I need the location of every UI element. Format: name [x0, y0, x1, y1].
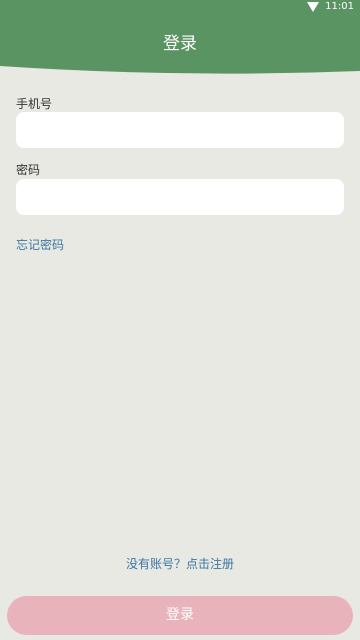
- status-time: 11:01: [325, 1, 354, 12]
- page-title: 登录: [163, 34, 197, 54]
- status-bar: 11:01: [0, 0, 360, 14]
- login-button[interactable]: 登录: [7, 596, 353, 635]
- phone-label: 手机号: [16, 97, 53, 111]
- password-label: 密码: [16, 163, 41, 177]
- status-icons: 11:01: [307, 0, 354, 14]
- register-link[interactable]: 没有账号？点击注册: [0, 556, 360, 572]
- forgot-password-link[interactable]: 忘记密码: [16, 237, 64, 253]
- wifi-icon: [307, 2, 320, 12]
- password-input[interactable]: [16, 179, 344, 215]
- phone-input[interactable]: [16, 112, 344, 148]
- app-header: 登录: [0, 14, 360, 76]
